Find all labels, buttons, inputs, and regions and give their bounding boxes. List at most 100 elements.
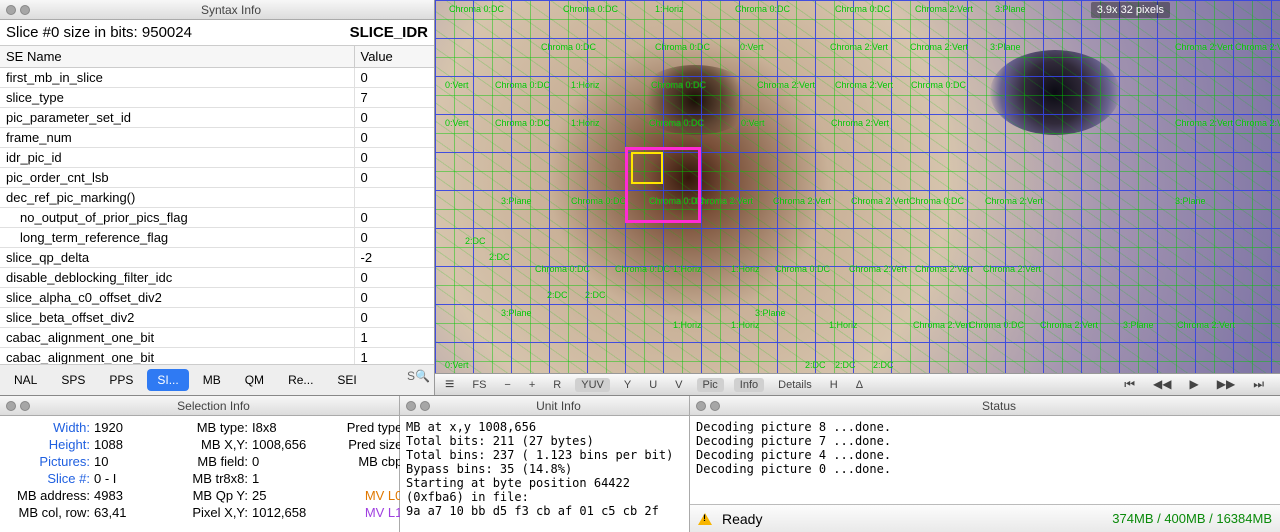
slice-type-label: SLICE_IDR bbox=[350, 24, 428, 41]
hamburger-icon[interactable]: ≡ bbox=[441, 376, 458, 394]
details-button[interactable]: Details bbox=[774, 379, 816, 391]
minimize-dot-icon[interactable] bbox=[20, 5, 30, 15]
mb-label: Chroma 0:DC bbox=[735, 4, 790, 14]
col-value[interactable]: Value bbox=[354, 46, 434, 68]
mb-label: Chroma 0:DC bbox=[835, 4, 890, 14]
v-plane-button[interactable]: V bbox=[671, 379, 686, 391]
minimize-dot-icon[interactable] bbox=[710, 401, 720, 411]
delta-button[interactable]: Δ bbox=[852, 379, 867, 391]
se-name: pic_order_cnt_lsb bbox=[0, 168, 354, 188]
mb-label: 2:DC bbox=[835, 360, 856, 370]
mb-label: Chroma 2:Vert bbox=[773, 196, 831, 206]
mb-label: 2:DC bbox=[547, 290, 568, 300]
se-value: 0 bbox=[354, 128, 434, 148]
syntax-row[interactable]: idr_pic_id0 bbox=[0, 148, 434, 168]
se-value: -2 bbox=[354, 248, 434, 268]
mb-label: Chroma 2:Vert bbox=[831, 118, 889, 128]
mbfield-value: 0 bbox=[252, 454, 312, 469]
se-name: slice_beta_offset_div2 bbox=[0, 308, 354, 328]
se-name: pic_parameter_set_id bbox=[0, 108, 354, 128]
syntax-row[interactable]: slice_alpha_c0_offset_div20 bbox=[0, 288, 434, 308]
syntax-row[interactable]: long_term_reference_flag0 bbox=[0, 228, 434, 248]
mbtype-key: MB type: bbox=[158, 420, 248, 435]
se-name: frame_num bbox=[0, 128, 354, 148]
mbtr8-value: 1 bbox=[252, 471, 312, 486]
tab-sei[interactable]: SEI bbox=[327, 369, 366, 391]
syntax-row[interactable]: cabac_alignment_one_bit1 bbox=[0, 328, 434, 348]
se-value: 0 bbox=[354, 168, 434, 188]
se-value: 0 bbox=[354, 148, 434, 168]
minimize-dot-icon[interactable] bbox=[20, 401, 30, 411]
warning-icon[interactable] bbox=[698, 513, 712, 525]
slice-value: 0 - I bbox=[94, 471, 154, 486]
mb-label: Chroma 0:DC bbox=[969, 320, 1024, 330]
syntax-row[interactable]: no_output_of_prior_pics_flag0 bbox=[0, 208, 434, 228]
mb-label: Chroma 2:Vert bbox=[1175, 42, 1233, 52]
info-button[interactable]: Info bbox=[734, 378, 764, 392]
mb-label: 3:Plane bbox=[1123, 320, 1154, 330]
mb-label: Chroma 0:DC bbox=[495, 118, 550, 128]
tab-si[interactable]: SI... bbox=[147, 369, 188, 391]
tab-mb[interactable]: MB bbox=[193, 369, 231, 391]
tab-pps[interactable]: PPS bbox=[99, 369, 143, 391]
syntax-row[interactable]: disable_deblocking_filter_idc0 bbox=[0, 268, 434, 288]
prev-frame-icon[interactable]: ◀◀ bbox=[1149, 377, 1175, 392]
mb-label: Chroma 0:DC bbox=[649, 118, 704, 128]
status-log: Decoding picture 8 ...done. Decoding pic… bbox=[690, 416, 1280, 504]
syntax-row[interactable]: cabac_alignment_one_bit1 bbox=[0, 348, 434, 365]
zoom-out-button[interactable]: − bbox=[500, 379, 514, 391]
pic-button[interactable]: Pic bbox=[697, 378, 724, 392]
syntax-row[interactable]: slice_qp_delta-2 bbox=[0, 248, 434, 268]
se-value: 0 bbox=[354, 108, 434, 128]
mvl1-key: MV L1: bbox=[316, 505, 406, 520]
close-dot-icon[interactable] bbox=[6, 401, 16, 411]
u-plane-button[interactable]: U bbox=[645, 379, 661, 391]
syntax-row[interactable]: pic_parameter_set_id0 bbox=[0, 108, 434, 128]
close-dot-icon[interactable] bbox=[696, 401, 706, 411]
mb-label: Chroma 0:DC bbox=[563, 4, 618, 14]
zoom-in-button[interactable]: + bbox=[525, 379, 539, 391]
reset-button[interactable]: R bbox=[549, 379, 565, 391]
unit-info-pane: Unit Info MB at x,y 1008,656 Total bits:… bbox=[400, 396, 690, 532]
fullscreen-button[interactable]: FS bbox=[468, 379, 490, 391]
mb-label: 2:DC bbox=[585, 290, 606, 300]
tab-qm[interactable]: QM bbox=[235, 369, 274, 391]
syntax-row[interactable]: frame_num0 bbox=[0, 128, 434, 148]
play-icon[interactable]: ▶ bbox=[1185, 377, 1202, 392]
mb-label: 1:Horiz bbox=[731, 320, 760, 330]
tab-sps[interactable]: SPS bbox=[51, 369, 95, 391]
col-se-name[interactable]: SE Name bbox=[0, 46, 354, 68]
selected-block-outline bbox=[631, 152, 663, 184]
mb-label: Chroma 0:DC bbox=[495, 80, 550, 90]
last-frame-icon[interactable]: ⏭ bbox=[1249, 377, 1268, 392]
syntax-row[interactable]: slice_beta_offset_div20 bbox=[0, 308, 434, 328]
close-dot-icon[interactable] bbox=[406, 401, 416, 411]
close-dot-icon[interactable] bbox=[6, 5, 16, 15]
status-bar: Ready 374MB / 400MB / 16384MB bbox=[690, 504, 1280, 532]
next-frame-icon[interactable]: ▶▶ bbox=[1213, 377, 1239, 392]
minimize-dot-icon[interactable] bbox=[420, 401, 430, 411]
se-name: first_mb_in_slice bbox=[0, 68, 354, 88]
h-button[interactable]: H bbox=[826, 379, 842, 391]
mbqpy-value: 25 bbox=[252, 488, 312, 503]
mb-label: 1:Horiz bbox=[673, 320, 702, 330]
syntax-row[interactable]: pic_order_cnt_lsb0 bbox=[0, 168, 434, 188]
mb-label: Chroma 2:Vert bbox=[915, 264, 973, 274]
tab-nal[interactable]: NAL bbox=[4, 369, 47, 391]
search-icon[interactable]: S🔍 bbox=[407, 369, 430, 391]
memory-usage: 374MB / 400MB / 16384MB bbox=[1112, 511, 1272, 526]
tab-re[interactable]: Re... bbox=[278, 369, 323, 391]
first-frame-icon[interactable]: ⏮ bbox=[1120, 377, 1139, 392]
mbfield-key: MB field: bbox=[158, 454, 248, 469]
se-name: slice_qp_delta bbox=[0, 248, 354, 268]
syntax-row[interactable]: first_mb_in_slice0 bbox=[0, 68, 434, 88]
mb-label: 2:DC bbox=[805, 360, 826, 370]
pictures-key: Pictures: bbox=[10, 454, 90, 469]
yuv-button[interactable]: YUV bbox=[575, 378, 610, 392]
mb-label: Chroma 2:Vert bbox=[757, 80, 815, 90]
y-plane-button[interactable]: Y bbox=[620, 379, 635, 391]
se-name: disable_deblocking_filter_idc bbox=[0, 268, 354, 288]
syntax-row[interactable]: slice_type7 bbox=[0, 88, 434, 108]
syntax-row[interactable]: dec_ref_pic_marking() bbox=[0, 188, 434, 208]
frame-viewer[interactable]: Chroma 0:DC Chroma 0:DC 1:Horiz Chroma 0:DC… bbox=[435, 0, 1280, 395]
